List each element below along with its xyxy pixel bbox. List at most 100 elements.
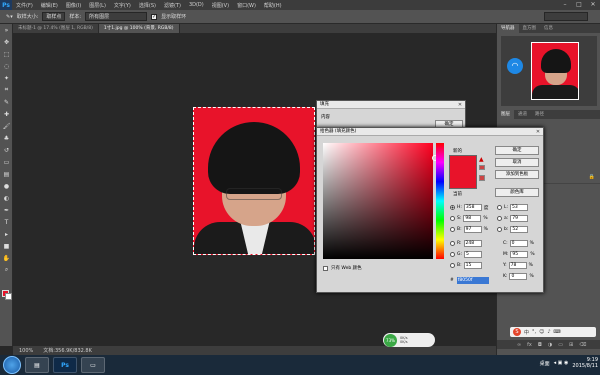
clock[interactable]: 9:19 2015/8/11 — [572, 357, 598, 369]
tab-navigator[interactable]: 导航器 — [497, 24, 519, 33]
dodge-tool-icon[interactable]: ◐ — [0, 192, 13, 204]
input-c[interactable]: 0 — [509, 240, 528, 247]
folder-icon[interactable]: ▭ — [558, 342, 563, 348]
hex-input[interactable]: f8050f — [456, 277, 489, 284]
menu-file[interactable]: 文件(F) — [12, 2, 37, 9]
tab-info[interactable]: 信息 — [540, 24, 557, 33]
menu-image[interactable]: 图像(I) — [62, 2, 85, 9]
history-brush-icon[interactable]: ↺ — [0, 144, 13, 156]
input-r[interactable]: 248 — [463, 240, 482, 247]
ime-emoji-icon[interactable]: ☺ — [539, 329, 544, 335]
eyedropper-tool-icon-2[interactable]: ✎ — [0, 96, 13, 108]
tab-layers[interactable]: 图层 — [497, 110, 514, 119]
wifi-icon[interactable]: ◠ — [507, 58, 523, 74]
gradient-tool-icon[interactable]: ▤ — [0, 168, 13, 180]
pen-tool-icon[interactable]: ✒ — [0, 204, 13, 216]
fx-icon[interactable]: fx — [527, 342, 532, 348]
menu-help[interactable]: 帮助(H) — [260, 2, 286, 9]
type-tool-icon[interactable]: T — [0, 216, 13, 228]
desktop-label[interactable]: 桌面 — [540, 360, 550, 367]
radio-b[interactable] — [450, 227, 455, 232]
marquee-tool-icon[interactable]: ⬚ — [0, 48, 13, 60]
start-button[interactable] — [3, 356, 21, 374]
sogou-icon[interactable]: S — [513, 328, 521, 336]
photoshop-app-icon[interactable]: Ps — [53, 357, 77, 373]
tab-paths[interactable]: 路径 — [531, 110, 548, 119]
sample-size-select[interactable]: 取样点 — [42, 12, 66, 21]
mask-icon[interactable]: ◘ — [538, 342, 542, 348]
hand-tool-icon[interactable]: ✋ — [0, 252, 13, 264]
shape-tool-icon[interactable]: ■ — [0, 240, 13, 252]
input-y[interactable]: 78 — [508, 262, 527, 269]
healing-tool-icon[interactable]: ✚ — [0, 108, 13, 120]
background-color-swatch[interactable] — [5, 293, 12, 300]
collapse-arrow-icon[interactable]: » — [0, 24, 13, 36]
navigator-preview[interactable]: ◠ — [501, 36, 597, 106]
minimize-icon[interactable]: – — [558, 0, 572, 9]
menu-view[interactable]: 视图(V) — [208, 2, 233, 9]
hue-slider[interactable] — [436, 143, 444, 259]
web-only-checkbox[interactable] — [323, 265, 328, 271]
ok-button[interactable]: 确定 — [495, 146, 539, 155]
show-ring-checkbox[interactable]: ✓ — [151, 13, 158, 20]
path-select-tool-icon[interactable]: ▸ — [0, 228, 13, 240]
color-library-button[interactable]: 颜色库 — [495, 188, 539, 197]
new-layer-icon[interactable]: ⊞ — [569, 342, 573, 348]
ime-keyboard-icon[interactable]: ⌨ — [554, 329, 561, 335]
input-a[interactable]: 79 — [510, 215, 529, 222]
maximize-icon[interactable]: □ — [572, 0, 586, 9]
menu-filter[interactable]: 滤镜(T) — [160, 2, 185, 9]
menu-edit[interactable]: 编辑(E) — [37, 2, 62, 9]
input-b[interactable]: 97 — [463, 226, 482, 233]
lasso-tool-icon[interactable]: ◌ — [0, 60, 13, 72]
blur-tool-icon[interactable]: ● — [0, 180, 13, 192]
input-g[interactable]: 5 — [464, 251, 483, 258]
menu-window[interactable]: 窗口(W) — [233, 2, 260, 9]
move-tool-icon[interactable]: ✥ — [0, 36, 13, 48]
close-icon[interactable]: ✕ — [533, 128, 543, 135]
ime-punct-icon[interactable]: °, — [532, 329, 536, 335]
tray-icons[interactable]: ◂ ▣ ◉ — [554, 360, 569, 366]
radio-l[interactable] — [497, 205, 502, 210]
adjustment-icon[interactable]: ◑ — [548, 342, 552, 348]
explorer-app-icon[interactable]: ▤ — [25, 357, 49, 373]
menu-layer[interactable]: 图层(L) — [85, 2, 110, 9]
trash-icon[interactable]: ⌫ — [579, 342, 586, 348]
link-icon[interactable]: ∞ — [517, 342, 521, 348]
tab-histogram[interactable]: 直方图 — [519, 24, 541, 33]
stamp-tool-icon[interactable]: ♣ — [0, 132, 13, 144]
workspace-search-input[interactable] — [544, 12, 588, 21]
gamut-warning-icon[interactable]: ▲ — [479, 156, 486, 163]
radio-s[interactable] — [450, 216, 455, 221]
radio-blue[interactable] — [450, 263, 455, 268]
current-color-swatch[interactable] — [449, 173, 477, 189]
tab-photo[interactable]: 1寸1.jpg @ 100% (背景, RGB/8) — [98, 24, 180, 33]
cancel-button[interactable]: 取消 — [495, 158, 539, 167]
radio-lab-b[interactable] — [497, 227, 502, 232]
id-photo-image[interactable] — [193, 107, 315, 255]
radio-h[interactable] — [450, 205, 455, 210]
magic-wand-tool-icon[interactable]: ✦ — [0, 72, 13, 84]
close-icon[interactable]: ✕ — [455, 101, 465, 108]
web-safe-cube-icon[interactable] — [479, 165, 485, 170]
web-safe-swatch-icon[interactable] — [479, 175, 485, 181]
input-k[interactable]: 0 — [509, 273, 528, 280]
ime-mic-icon[interactable]: ♪ — [547, 329, 550, 335]
ime-mode-icon[interactable]: 中 — [524, 329, 529, 336]
input-s[interactable]: 98 — [463, 215, 482, 222]
menu-type[interactable]: 文字(Y) — [110, 2, 135, 9]
zoom-tool-icon[interactable]: ⌕ — [0, 264, 13, 276]
radio-g[interactable] — [450, 252, 455, 257]
menu-3d[interactable]: 3D(D) — [185, 2, 208, 8]
input-l[interactable]: 53 — [510, 204, 529, 211]
brush-tool-icon[interactable]: 🖌 — [0, 120, 13, 132]
sample-select[interactable]: 所有图层 — [85, 12, 148, 21]
add-swatch-button[interactable]: 添加到色板 — [495, 170, 539, 179]
input-blue[interactable]: 15 — [463, 262, 482, 269]
eraser-tool-icon[interactable]: ▭ — [0, 156, 13, 168]
saturation-brightness-field[interactable] — [323, 143, 438, 259]
input-lab-b[interactable]: 52 — [510, 226, 529, 233]
close-icon[interactable]: ✕ — [586, 0, 600, 9]
zoom-level[interactable]: 100% — [19, 348, 33, 354]
eyedropper-tool-icon[interactable]: ✎▾ — [6, 14, 13, 20]
